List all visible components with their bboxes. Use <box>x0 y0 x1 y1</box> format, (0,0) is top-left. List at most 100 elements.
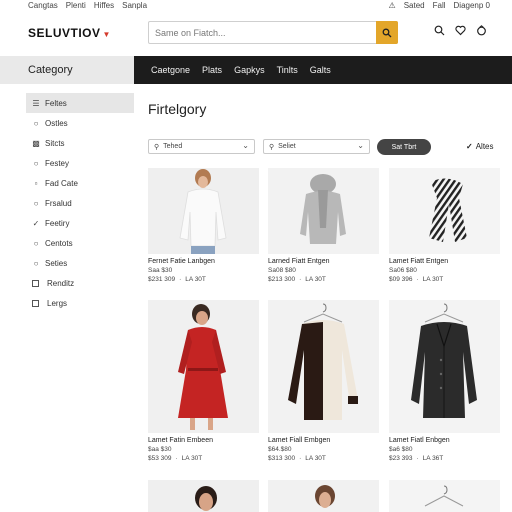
product-name[interactable]: Fernet Fatie Lanbgen <box>148 258 259 265</box>
product-image[interactable] <box>389 300 500 433</box>
product-price: Sa06 $80 <box>389 267 417 274</box>
logo-caret-icon: ▼ <box>102 30 111 39</box>
sidebar-item[interactable]: ○ Festey <box>26 153 134 173</box>
product-card[interactable] <box>389 480 500 512</box>
product-price-detail: $53 309 · LA 30T <box>148 455 203 462</box>
utility-link[interactable]: Hiffes <box>94 1 114 10</box>
product-name[interactable]: Lamet Fiall Embgen <box>268 437 379 444</box>
product-price-detail: $231 309 · LA 30T <box>148 276 206 283</box>
product-name[interactable]: Lamet Fiatl Enbgen <box>389 437 500 444</box>
product-image[interactable] <box>148 168 259 254</box>
striped-scarf-image <box>389 168 500 254</box>
search-button[interactable] <box>376 21 398 44</box>
category-bar: Category Caetgone Plats Gapkys Tinlts Ga… <box>0 56 512 84</box>
nav-tab[interactable]: Gapkys <box>234 65 265 75</box>
checkbox[interactable] <box>32 279 39 287</box>
bag-icon: ▩ <box>32 138 40 148</box>
circle-icon: ○ <box>33 238 39 248</box>
sidebar-item[interactable]: ✓ Feetiry <box>26 213 134 233</box>
product-image[interactable] <box>268 300 379 433</box>
sidebar-item[interactable]: ▩ Sitcts <box>26 133 134 153</box>
sidebar-item[interactable]: ▫ Fad Cate <box>26 173 134 193</box>
category-heading: Category <box>0 56 134 84</box>
site-logo[interactable]: SELUVTIOV ▼ <box>28 26 111 40</box>
sidebar-item[interactable]: ☰ Feltes <box>26 93 134 113</box>
product-name[interactable]: Larned Fiatt Entgen <box>268 258 379 265</box>
chevron-down-icon: ⌄ <box>357 141 364 150</box>
sidebar-item[interactable]: ○ Frsalud <box>26 193 134 213</box>
product-price: $64.$80 <box>268 446 292 453</box>
search-icon: ⚲ <box>154 143 160 151</box>
red-dress-image <box>148 300 259 433</box>
black-cardigan-image <box>389 300 500 433</box>
cart-icon[interactable] <box>476 25 487 36</box>
product-card[interactable]: Lamet Fiall Embgen $64.$80 $313 300 · LA 3… <box>268 300 379 462</box>
product-image[interactable] <box>268 480 379 512</box>
heart-icon[interactable] <box>455 25 466 36</box>
search-icon <box>382 28 392 37</box>
product-name[interactable]: Lamet Fatin Embeen <box>148 437 259 444</box>
page-title: Firtelgory <box>148 101 207 117</box>
folder-icon: ▫ <box>34 178 38 188</box>
product-card[interactable]: Larned Fiatt Entgen Sa08 $80 $213 300 · LA… <box>268 168 379 283</box>
list-icon: ☰ <box>32 98 40 108</box>
sort-button[interactable]: Sat Tbrt <box>377 139 431 155</box>
product-name[interactable]: Lamet Fiatt Entgen <box>389 258 500 265</box>
cardigan-image <box>268 300 379 433</box>
checkbox[interactable] <box>32 299 39 307</box>
sidebar-item[interactable]: Renditz <box>26 273 134 293</box>
product-image[interactable] <box>148 480 259 512</box>
filter-dropdown[interactable]: ⚲ Tehed ⌄ <box>148 139 255 154</box>
utility-link[interactable]: Diagenp 0 <box>454 1 490 10</box>
product-image[interactable] <box>148 300 259 433</box>
product-price-detail: $213 300 · LA 30T <box>268 276 326 283</box>
product-price-detail: $23 393 · LA 36T <box>389 455 444 462</box>
search-icon[interactable] <box>434 25 445 36</box>
model-image <box>268 480 379 512</box>
bell-icon[interactable]: ⚠ <box>389 1 396 10</box>
product-price: $aa $30 <box>148 446 172 453</box>
search-bar <box>148 21 398 44</box>
chevron-down-icon: ⌄ <box>242 141 249 150</box>
utility-link[interactable]: Sanpla <box>122 1 147 10</box>
utility-link[interactable]: Sated <box>404 1 425 10</box>
product-price: Saa $30 <box>148 267 173 274</box>
filter-dropdown[interactable]: ⚲ Seliet ⌄ <box>263 139 370 154</box>
utility-bar: Cangtas Plenti Hiffes Sanpla ⚠ Sated Fal… <box>0 0 512 12</box>
model-image <box>148 480 259 512</box>
site-header: SELUVTIOV ▼ <box>0 14 512 52</box>
product-image[interactable] <box>268 168 379 254</box>
product-price-detail: $09 396 · LA 30T <box>389 276 444 283</box>
product-card[interactable]: Lamet Fiatl Enbgen $a6 $80 $23 393 · LA 36… <box>389 300 500 462</box>
product-card[interactable]: Lamet Fiatt Entgen Sa06 $80 $09 396 · LA 3… <box>389 168 500 283</box>
circle-icon: ○ <box>33 158 39 168</box>
product-price: $a6 $80 <box>389 446 413 453</box>
sidebar-item[interactable]: ○ Centots <box>26 233 134 253</box>
hanger-image <box>389 480 500 512</box>
category-nav: Caetgone Plats Gapkys Tinlts Galts <box>134 56 512 84</box>
sidebar-item[interactable]: Lergs <box>26 293 134 313</box>
nav-tab[interactable]: Plats <box>202 65 222 75</box>
search-icon: ⚲ <box>269 143 275 151</box>
check-icon: ✓ <box>32 218 40 228</box>
circle-icon: ○ <box>33 118 39 128</box>
utility-link[interactable]: Cangtas <box>28 1 58 10</box>
search-input[interactable] <box>155 27 375 39</box>
check-icon: ✓ <box>466 142 473 151</box>
product-card[interactable]: Fernet Fatie Lanbgen Saa $30 $231 309 · LA… <box>148 168 259 283</box>
product-image[interactable] <box>389 168 500 254</box>
nav-tab[interactable]: Caetgone <box>151 65 190 75</box>
product-card[interactable]: Lamet Fatin Embeen $aa $30 $53 309 · LA 30… <box>148 300 259 462</box>
nav-tab[interactable]: Tinlts <box>277 65 298 75</box>
product-image[interactable] <box>389 480 500 512</box>
circle-icon: ○ <box>33 258 39 268</box>
utility-link[interactable]: Plenti <box>66 1 86 10</box>
filters-toggle[interactable]: ✓ Altes <box>466 142 494 151</box>
scarf-image <box>268 168 379 254</box>
sidebar-item[interactable]: ○ Seties <box>26 253 134 273</box>
product-card[interactable] <box>268 480 379 512</box>
nav-tab[interactable]: Galts <box>310 65 331 75</box>
utility-link[interactable]: Fall <box>433 1 446 10</box>
sidebar-item[interactable]: ○ Ostles <box>26 113 134 133</box>
product-card[interactable] <box>148 480 259 512</box>
